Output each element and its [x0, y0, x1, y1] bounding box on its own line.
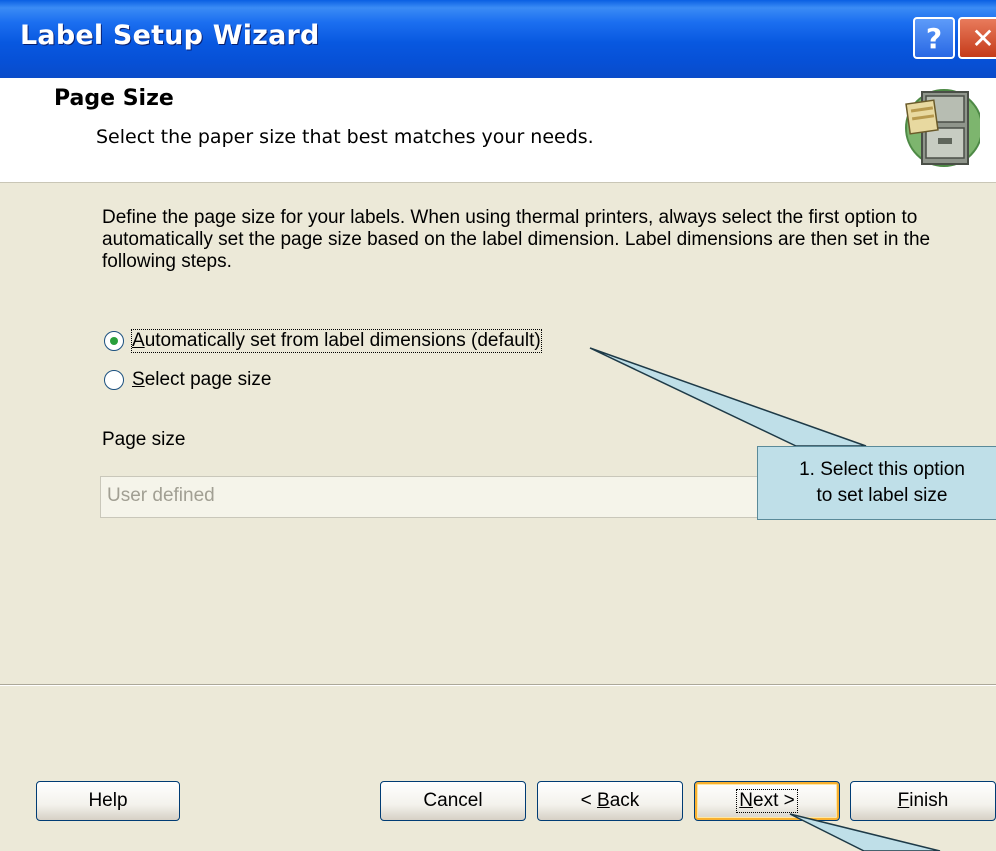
callout-line-2: to set label size: [816, 485, 948, 506]
callout-pointer: [589, 347, 941, 851]
callout-line-1: 1. Select this option: [799, 459, 965, 480]
callout-annotation: 1. Select this option to set label size: [757, 446, 996, 520]
label-setup-wizard-window: Label Setup Wizard ? ✕ Page Size Select …: [0, 0, 996, 851]
